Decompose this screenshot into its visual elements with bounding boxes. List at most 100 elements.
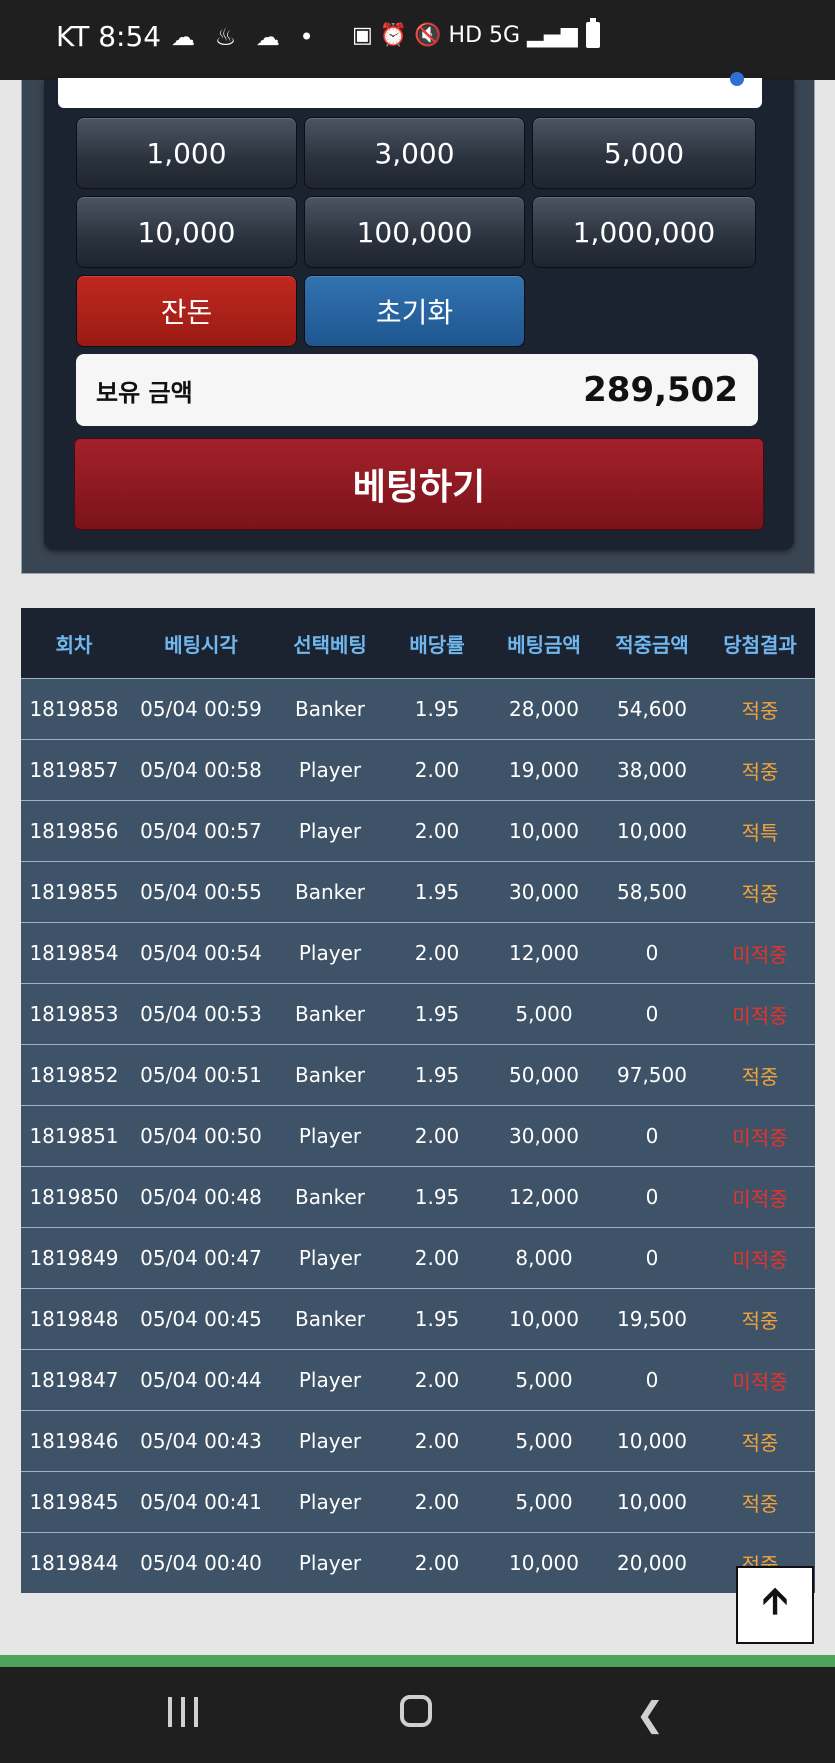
cell-result: 미적중 <box>732 1247 788 1272</box>
cell-odds: 2.00 <box>414 1490 460 1514</box>
table-body: 1819858 05/04 00:59 Banker 1.95 28,000 54,600… <box>21 678 815 1593</box>
cell-odds: 1.95 <box>414 1307 460 1331</box>
bet-history-table: 회차 베팅시각 선택베팅 배당률 베팅금액 적중금액 당첨결과 1819858 0… <box>21 608 815 1593</box>
cell-round: 1819858 <box>29 697 119 721</box>
cell-bet-time: 05/04 00:47 <box>140 1246 262 1270</box>
recent-apps-button[interactable] <box>163 1695 203 1735</box>
table-row: 1819848 05/04 00:45 Banker 1.95 10,000 19,500… <box>21 1288 815 1349</box>
amount-button-3000[interactable]: 3,000 <box>304 117 525 189</box>
header-selection: 선택베팅 <box>293 632 367 657</box>
table-row: 1819844 05/04 00:40 Player 2.00 10,000 20,000… <box>21 1532 815 1593</box>
cell-round: 1819850 <box>29 1185 119 1209</box>
cell-selection: Player <box>298 758 362 782</box>
table-row: 1819857 05/04 00:58 Player 2.00 19,000 38,000… <box>21 739 815 800</box>
cell-odds: 2.00 <box>414 1124 460 1148</box>
cell-selection: Player <box>298 819 362 843</box>
cell-odds: 2.00 <box>414 1429 460 1453</box>
table-row: 1819855 05/04 00:55 Banker 1.95 30,000 58,500… <box>21 861 815 922</box>
amount-button-5000[interactable]: 5,000 <box>532 117 756 189</box>
system-status-icons: ▣ ⏰ 🔇 HD 5G ▂▄▆ <box>352 22 578 48</box>
cell-win-amount: 97,500 <box>617 1063 687 1087</box>
cell-round: 1819845 <box>29 1490 119 1514</box>
bet-amount-input[interactable] <box>56 72 764 110</box>
cell-selection: Banker <box>294 1307 366 1331</box>
cell-bet-amount: 30,000 <box>509 880 579 904</box>
cell-selection: Banker <box>294 697 366 721</box>
cell-bet-time: 05/04 00:48 <box>140 1185 262 1209</box>
amount-button-100000[interactable]: 100,000 <box>304 196 525 268</box>
scroll-to-top-button[interactable]: 🡩 <box>736 1566 814 1644</box>
back-chevron-icon: ❮ <box>635 1695 665 1735</box>
cell-result: 미적중 <box>732 1186 788 1211</box>
cell-odds: 2.00 <box>414 1246 460 1270</box>
cell-win-amount: 0 <box>645 1002 659 1026</box>
header-result: 당첨결과 <box>723 632 797 657</box>
amount-button-1000[interactable]: 1,000 <box>76 117 297 189</box>
cell-result: 적특 <box>741 820 779 845</box>
cell-selection: Banker <box>294 1063 366 1087</box>
cell-result: 적중 <box>741 1064 779 1089</box>
cell-bet-time: 05/04 00:50 <box>140 1124 262 1148</box>
cell-bet-time: 05/04 00:40 <box>140 1551 262 1575</box>
table-row: 1819849 05/04 00:47 Player 2.00 8,000 0 미적중 <box>21 1227 815 1288</box>
cell-result: 미적중 <box>732 942 788 967</box>
cell-odds: 2.00 <box>414 819 460 843</box>
cell-bet-amount: 30,000 <box>509 1124 579 1148</box>
cell-selection: Banker <box>294 1185 366 1209</box>
cell-bet-amount: 12,000 <box>509 1185 579 1209</box>
header-round: 회차 <box>55 632 93 657</box>
cell-result: 미적중 <box>732 1003 788 1028</box>
balance-value: 289,502 <box>583 370 738 410</box>
header-odds: 배당률 <box>409 632 465 657</box>
cell-win-amount: 0 <box>645 1368 659 1392</box>
status-bar: KT 8:54 ☁ ♨ ☁ • ▣ ⏰ 🔇 HD 5G ▂▄▆ <box>0 0 835 80</box>
cell-odds: 1.95 <box>414 1185 460 1209</box>
system-nav-bar: ❮ <box>0 1667 835 1763</box>
back-button[interactable]: ❮ <box>630 1695 670 1735</box>
cell-bet-amount: 8,000 <box>515 1246 573 1270</box>
header-bet-time: 베팅시각 <box>164 632 238 657</box>
cell-bet-time: 05/04 00:54 <box>140 941 262 965</box>
cell-win-amount: 54,600 <box>617 697 687 721</box>
cell-odds: 2.00 <box>414 1368 460 1392</box>
cell-round: 1819854 <box>29 941 119 965</box>
cell-round: 1819852 <box>29 1063 119 1087</box>
cell-result: 적중 <box>741 1430 779 1455</box>
cell-selection: Player <box>298 941 362 965</box>
cell-result: 적중 <box>741 698 779 723</box>
table-row: 1819851 05/04 00:50 Player 2.00 30,000 0 미적중 <box>21 1105 815 1166</box>
cell-odds: 2.00 <box>414 941 460 965</box>
cell-bet-time: 05/04 00:53 <box>140 1002 262 1026</box>
cell-selection: Player <box>298 1124 362 1148</box>
cell-odds: 1.95 <box>414 1002 460 1026</box>
cell-result: 미적중 <box>732 1125 788 1150</box>
place-bet-button[interactable]: 베팅하기 <box>74 438 764 530</box>
cell-selection: Player <box>298 1246 362 1270</box>
cell-bet-time: 05/04 00:43 <box>140 1429 262 1453</box>
cell-odds: 2.00 <box>414 1551 460 1575</box>
cell-bet-amount: 5,000 <box>515 1429 573 1453</box>
recent-apps-icon <box>163 1695 203 1729</box>
reset-button[interactable]: 초기화 <box>304 275 525 347</box>
header-bet-amount: 베팅금액 <box>507 632 581 657</box>
cell-bet-amount: 10,000 <box>509 1551 579 1575</box>
change-button[interactable]: 잔돈 <box>76 275 297 347</box>
cell-bet-time: 05/04 00:51 <box>140 1063 262 1087</box>
cell-bet-time: 05/04 00:44 <box>140 1368 262 1392</box>
table-header: 회차 베팅시각 선택베팅 배당률 베팅금액 적중금액 당첨결과 <box>21 608 815 678</box>
input-indicator-icon <box>730 72 744 86</box>
cell-selection: Player <box>298 1429 362 1453</box>
cell-odds: 2.00 <box>414 758 460 782</box>
cell-bet-amount: 5,000 <box>515 1490 573 1514</box>
table-row: 1819847 05/04 00:44 Player 2.00 5,000 0 미적중 <box>21 1349 815 1410</box>
header-win-amount: 적중금액 <box>615 632 689 657</box>
cell-bet-time: 05/04 00:41 <box>140 1490 262 1514</box>
home-icon <box>400 1695 432 1727</box>
amount-button-10000[interactable]: 10,000 <box>76 196 297 268</box>
cell-selection: Banker <box>294 880 366 904</box>
amount-button-1000000[interactable]: 1,000,000 <box>532 196 756 268</box>
home-button[interactable] <box>396 1695 436 1735</box>
balance-display: 보유 금액 289,502 <box>76 354 758 426</box>
cell-win-amount: 0 <box>645 941 659 965</box>
cell-round: 1819851 <box>29 1124 119 1148</box>
